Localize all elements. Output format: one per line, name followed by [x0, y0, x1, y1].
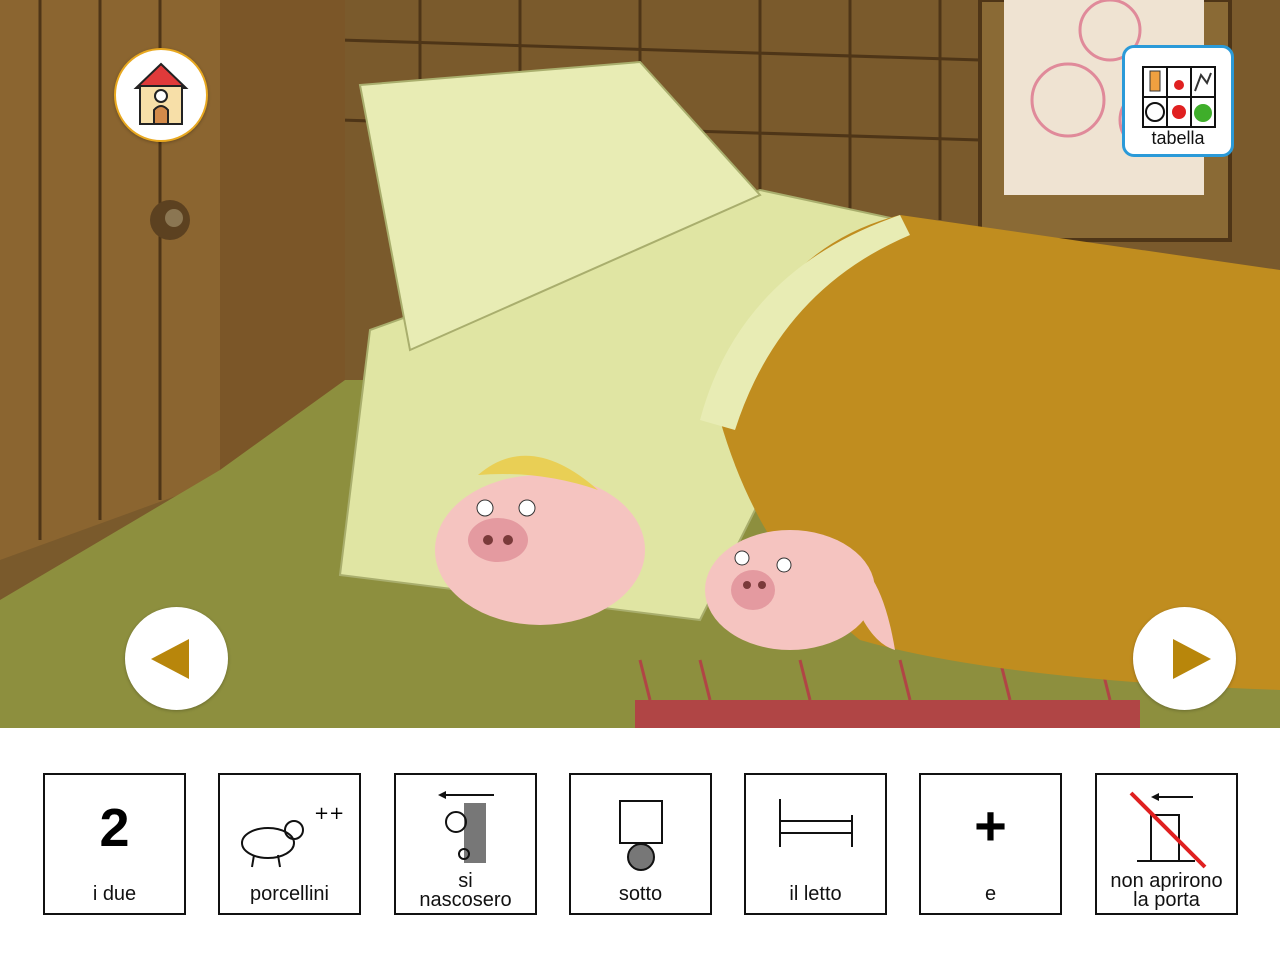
sentence-strip: 2 i due ++ porcellini si nascosero sotto	[0, 728, 1280, 960]
word-label: sotto	[618, 883, 663, 905]
bed-icon	[779, 799, 853, 847]
word-card-e[interactable]: + e	[919, 773, 1062, 915]
word-card-non-aprirono-la-porta[interactable]: non aprirono la porta	[1095, 773, 1238, 915]
home-button[interactable]	[114, 48, 208, 142]
pigs-plural-icon: ++	[241, 803, 344, 868]
word-card-porcellini[interactable]: ++ porcellini	[218, 773, 361, 915]
house-icon	[133, 62, 189, 125]
word-card-si-nascosero[interactable]: si nascosero	[394, 773, 537, 915]
previous-page-button[interactable]	[125, 607, 228, 710]
word-label: porcellini	[250, 883, 329, 905]
word-card-i-due[interactable]: 2 i due	[43, 773, 186, 915]
tabella-label: tabella	[1151, 128, 1205, 148]
communication-board-icon	[1142, 66, 1216, 128]
triangle-left-icon	[151, 639, 189, 679]
word-label: il letto	[789, 883, 842, 905]
tabella-button[interactable]: tabella	[1122, 45, 1234, 157]
plus-icon: +	[921, 775, 1060, 877]
do-not-open-door-icon	[1129, 791, 1207, 869]
plus-symbol: +	[974, 794, 1007, 857]
word-card-sotto[interactable]: sotto	[569, 773, 712, 915]
under-icon	[619, 800, 663, 871]
triangle-right-icon	[1173, 639, 1211, 679]
word-card-il-letto[interactable]: il letto	[744, 773, 887, 915]
number-two-icon: 2	[45, 775, 184, 877]
word-label: non aprirono la porta	[1110, 870, 1223, 911]
word-label: e	[984, 883, 997, 905]
word-label: i due	[92, 883, 137, 905]
hide-behind-wall-icon	[438, 791, 494, 863]
next-page-button[interactable]	[1133, 607, 1236, 710]
number-symbol: 2	[99, 798, 130, 858]
svg-text:++: ++	[314, 803, 344, 824]
story-illustration: tabella	[0, 0, 1280, 728]
word-label: si nascosero	[419, 870, 512, 911]
